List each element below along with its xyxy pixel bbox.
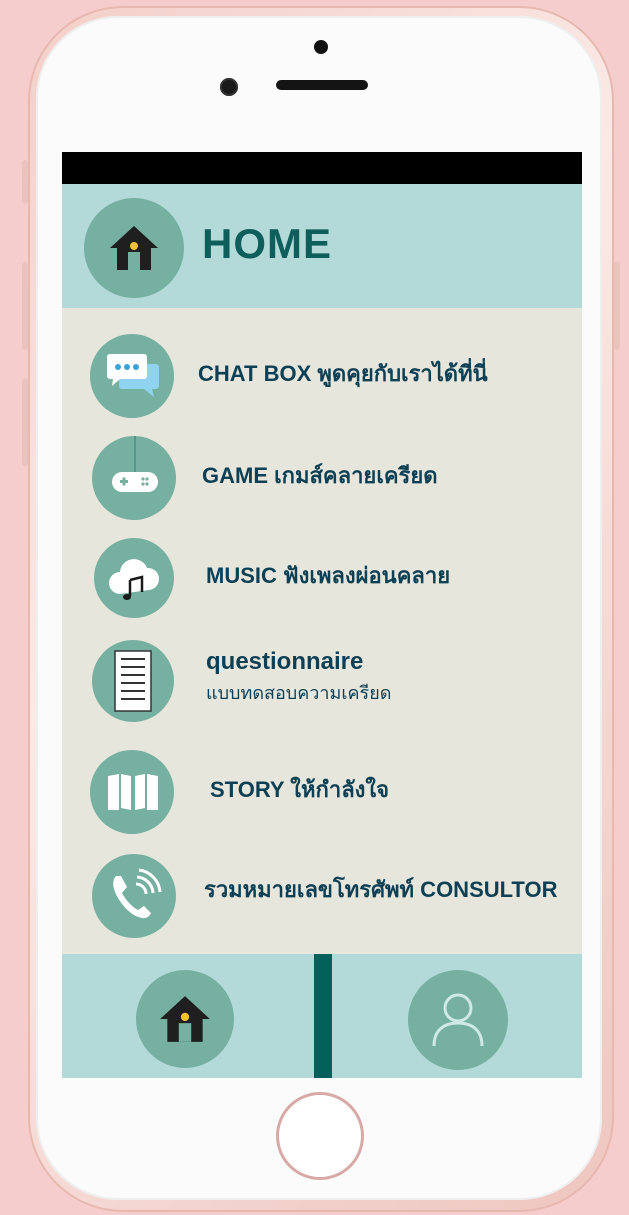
music-cloud-icon <box>106 554 162 604</box>
nav-home-button[interactable] <box>136 970 234 1068</box>
chat-bubbles-icon <box>106 352 160 400</box>
menu-label: GAME เกมส์คลายเครียด <box>202 463 438 488</box>
user-icon <box>430 990 486 1048</box>
front-camera <box>220 78 238 96</box>
menu-label: CHAT BOX พูดคุยกับเราได้ที่นี่ <box>198 361 488 386</box>
menu-sublabel: แบบทดสอบความเครียด <box>206 683 392 703</box>
menu-item-chat-box[interactable]: CHAT BOX พูดคุยกับเราได้ที่นี่ <box>62 326 582 422</box>
nav-divider <box>314 954 332 1078</box>
menu-icon-circle <box>92 436 176 520</box>
menu-label: รวมหมายเลขโทรศัพท์ CONSULTOR <box>204 877 558 902</box>
menu-icon-circle <box>90 334 174 418</box>
menu-item-consultor[interactable]: รวมหมายเลขโทรศัพท์ CONSULTOR <box>62 842 582 938</box>
menu-item-music[interactable]: MUSIC ฟังเพลงผ่อนคลาย <box>62 528 582 624</box>
menu-item-story[interactable]: STORY ให้กำลังใจ <box>62 742 582 838</box>
header-bar: HOME <box>62 184 582 308</box>
status-bar <box>62 152 582 184</box>
menu-label: questionnaire <box>206 648 364 675</box>
menu-icon-circle <box>92 854 176 938</box>
page-title: HOME <box>202 220 332 267</box>
menu-item-questionnaire[interactable]: questionnaire แบบทดสอบความเครียด <box>62 630 582 734</box>
header-home-badge <box>84 198 184 298</box>
power-button <box>614 262 620 350</box>
open-book-icon <box>106 772 160 812</box>
home-icon <box>158 992 212 1046</box>
volume-down-button <box>22 378 28 466</box>
earpiece-speaker <box>276 80 368 90</box>
menu-label: STORY ให้กำลังใจ <box>210 777 390 802</box>
device-home-button[interactable] <box>276 1092 364 1180</box>
nav-profile-button[interactable] <box>408 970 508 1070</box>
document-icon <box>114 650 152 712</box>
gamepad-icon <box>106 436 164 506</box>
mute-switch <box>22 160 28 204</box>
bottom-nav <box>62 954 582 1078</box>
menu-label: MUSIC ฟังเพลงผ่อนคลาย <box>206 563 451 588</box>
menu-icon-circle <box>90 750 174 834</box>
app-screen: HOME CHAT BOX พูดคุยกับเราได้ที่นี่ GAME… <box>62 152 582 1078</box>
home-icon <box>108 222 160 274</box>
menu-icon-circle <box>92 640 174 722</box>
menu-icon-circle <box>94 538 174 618</box>
volume-up-button <box>22 262 28 350</box>
sensor-dot <box>314 40 328 54</box>
phone-call-icon <box>106 868 162 924</box>
menu-item-game[interactable]: GAME เกมส์คลายเครียด <box>62 428 582 524</box>
